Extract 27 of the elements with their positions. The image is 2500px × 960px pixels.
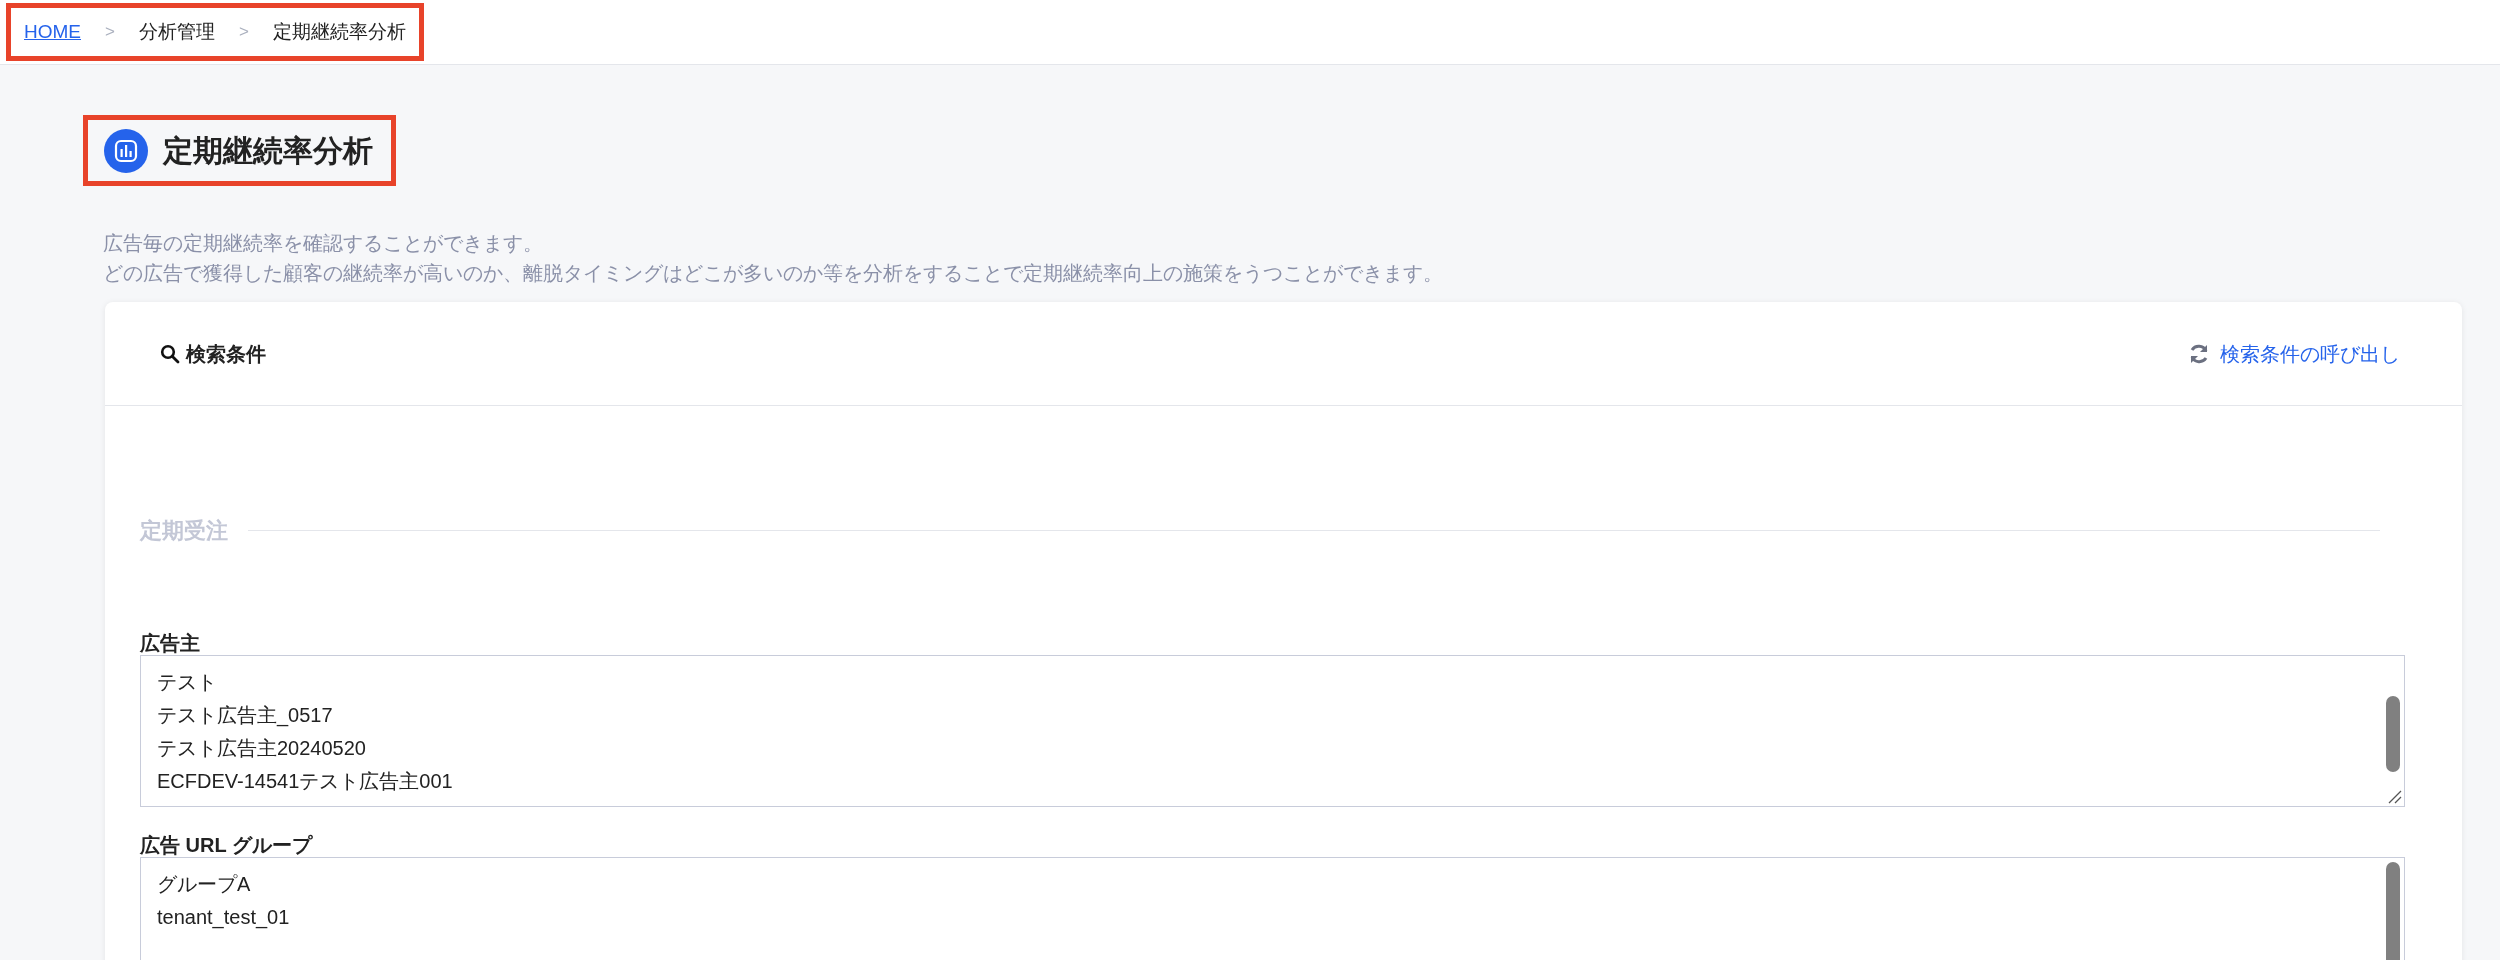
section-heading: 定期受注 [140,517,228,545]
list-option[interactable]: テスト広告主_0517 [141,699,333,732]
list-option[interactable]: tenant_test_01 [141,901,290,934]
breadcrumb-separator: > [105,21,115,44]
field-label: 広告主 [140,631,201,655]
chart-icon [103,127,149,174]
list-option[interactable]: ECFDEV-14541テスト広告主001 [141,765,453,798]
scrollbar-thumb[interactable] [2386,696,2400,772]
refresh-icon [2188,342,2210,365]
list-option[interactable]: グループA [141,868,251,901]
field-label: 広告 URL グループ [140,833,314,857]
breadcrumb-item: 定期継続率分析 [272,19,406,44]
multi-select-list[interactable]: テスト テスト広告主_0517 テスト広告主20240520 ECFDEV-14541テスト広告主001 [140,655,2405,807]
scrollbar-thumb[interactable] [2386,862,2400,960]
recall-link[interactable]: 検索条件の呼び出し [2188,338,2400,369]
resize-grip-icon[interactable] [2388,790,2402,804]
multi-select-list[interactable]: グループA tenant_test_01 [140,857,2405,960]
list-option[interactable]: テスト [141,666,217,699]
description-text: どの広告で獲得した顧客の継続率が高いのか、離脱タイミングはどこが多いのか等を分析をすることで定期継続率向上の施策をうつことができます。 [103,261,1444,286]
search-icon [160,343,180,364]
description-text: 広告毎の定期継続率を確認することができます。 [103,231,544,256]
panel-title: 検索条件 [186,341,266,367]
list-option[interactable]: テスト広告主20240520 [141,732,366,765]
breadcrumb-item: 分析管理 [138,19,215,44]
page-title: 定期継続率分析 [163,133,373,169]
breadcrumb-separator: > [238,21,249,44]
breadcrumb-link[interactable]: HOME [24,17,81,47]
